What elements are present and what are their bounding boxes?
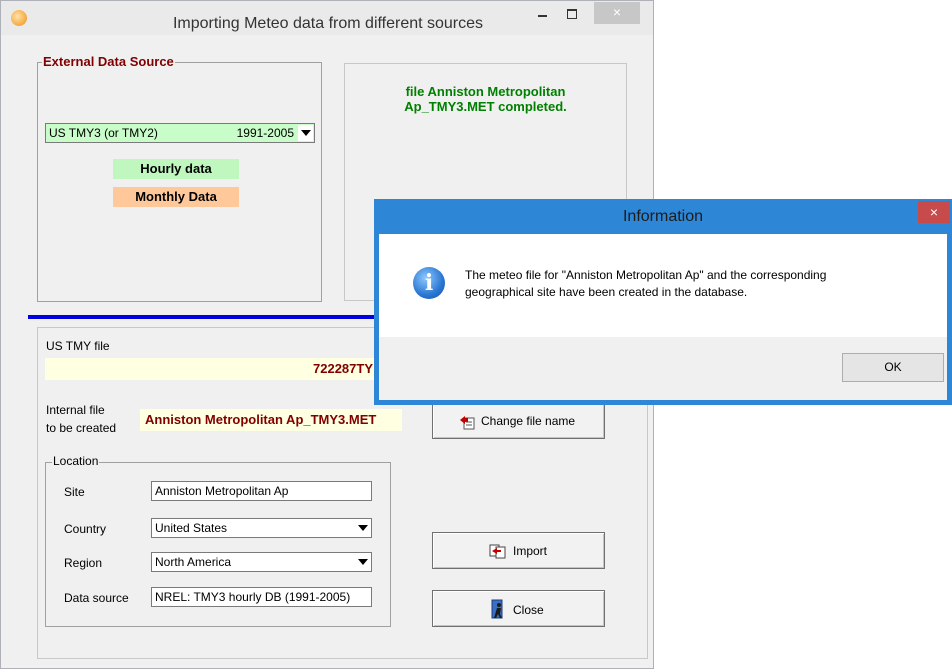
internal-file-field: Anniston Metropolitan Ap_TMY3.MET	[140, 409, 402, 431]
region-value: North America	[155, 555, 232, 569]
site-value: Anniston Metropolitan Ap	[155, 484, 289, 498]
close-button[interactable]: Close	[432, 590, 605, 627]
dialog-footer: OK	[379, 337, 947, 400]
hourly-data-button[interactable]: Hourly data	[113, 159, 239, 179]
change-file-name-button[interactable]: Change file name	[432, 403, 605, 439]
dialog-message: The meteo file for "Anniston Metropolita…	[465, 267, 925, 301]
internal-file-label: Internal file to be created	[46, 401, 116, 437]
rename-icon	[459, 414, 475, 433]
chevron-down-icon[interactable]	[355, 520, 370, 536]
dialog-title: Information	[622, 208, 704, 225]
dialog-body: i The meteo file for "Anniston Metropoli…	[379, 234, 947, 337]
ok-button[interactable]: OK	[842, 353, 944, 382]
information-dialog: Information × i The meteo file for "Anni…	[374, 199, 952, 405]
dialog-message-line2: geographical site have been created in t…	[465, 285, 748, 299]
maximize-icon[interactable]	[564, 6, 580, 22]
source-select-years: 1991-2005	[236, 126, 294, 140]
info-icon: i	[413, 267, 445, 299]
import-icon	[489, 543, 507, 562]
site-label: Site	[64, 485, 85, 499]
region-select[interactable]: North America	[151, 552, 372, 572]
minimize-icon[interactable]	[535, 7, 551, 23]
title-bar[interactable]: Importing Meteo data from different sour…	[1, 1, 653, 35]
us-tmy-file-field: 722287TY	[45, 358, 377, 380]
internal-file-label-line2: to be created	[46, 421, 117, 435]
us-tmy-file-value: 722287TY	[313, 361, 373, 376]
monthly-data-button[interactable]: Monthly Data	[113, 187, 239, 207]
door-exit-icon	[491, 599, 507, 622]
source-select[interactable]: US TMY3 (or TMY2) 1991-2005	[45, 123, 315, 143]
window-title: Importing Meteo data from different sour…	[172, 15, 484, 32]
status-line-2: Ap_TMY3.MET completed.	[404, 99, 567, 114]
country-select[interactable]: United States	[151, 518, 372, 538]
country-value: United States	[155, 521, 228, 535]
source-select-label: US TMY3 (or TMY2)	[49, 126, 158, 140]
chevron-down-icon[interactable]	[298, 125, 313, 141]
region-label: Region	[64, 556, 103, 570]
external-data-source-legend: External Data Source	[42, 54, 175, 69]
close-label: Close	[513, 603, 544, 617]
internal-file-label-line1: Internal file	[46, 403, 105, 417]
chevron-down-icon[interactable]	[355, 554, 370, 570]
data-source-label: Data source	[64, 591, 129, 605]
dialog-title-bar[interactable]: Information ×	[374, 199, 952, 233]
import-label: Import	[513, 544, 548, 558]
status-line-1: file Anniston Metropolitan	[405, 84, 566, 99]
us-tmy-file-label: US TMY file	[46, 339, 110, 353]
external-data-source-group: External Data Source	[37, 54, 322, 302]
dialog-close-button[interactable]: ×	[918, 201, 950, 223]
change-file-name-label: Change file name	[481, 414, 576, 428]
status-message: file Anniston Metropolitan Ap_TMY3.MET c…	[345, 84, 626, 114]
location-legend: Location	[52, 454, 100, 468]
close-window-button[interactable]: ×	[594, 2, 640, 24]
data-source-input[interactable]: NREL: TMY3 hourly DB (1991-2005)	[151, 587, 372, 607]
internal-file-value: Anniston Metropolitan Ap_TMY3.MET	[145, 412, 377, 427]
import-button[interactable]: Import	[432, 532, 605, 569]
site-input[interactable]: Anniston Metropolitan Ap	[151, 481, 372, 501]
dialog-message-line1: The meteo file for "Anniston Metropolita…	[465, 268, 827, 282]
data-source-value: NREL: TMY3 hourly DB (1991-2005)	[155, 590, 351, 604]
country-label: Country	[64, 522, 107, 536]
